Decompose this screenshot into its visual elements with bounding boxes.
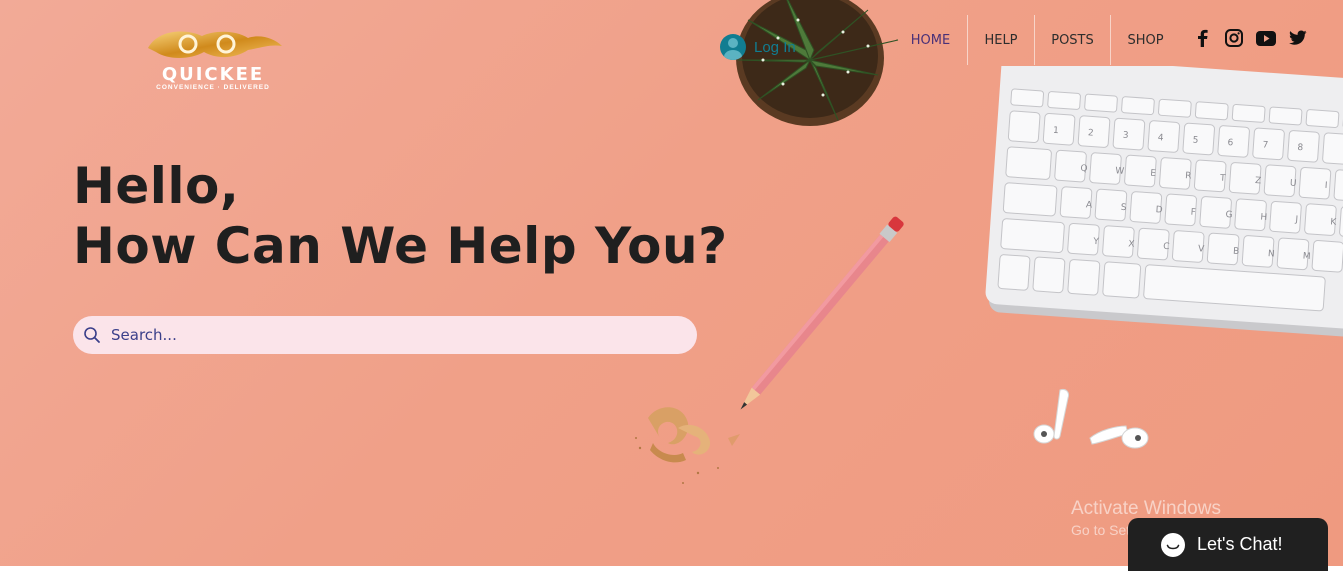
pencil-shavings-image <box>635 407 740 484</box>
login-label: Log In <box>754 38 796 56</box>
svg-text:E: E <box>1150 169 1157 179</box>
logo-mark-icon <box>148 31 282 58</box>
svg-text:D: D <box>1155 205 1163 215</box>
svg-text:W: W <box>1115 166 1125 177</box>
brand-name: QUICKEE <box>161 64 265 85</box>
chat-label: Let's Chat! <box>1197 534 1283 554</box>
search-icon[interactable] <box>83 326 101 344</box>
nav-posts[interactable]: POSTS <box>1034 15 1110 65</box>
svg-text:R: R <box>1185 171 1192 181</box>
svg-text:4: 4 <box>1157 133 1164 143</box>
user-avatar-icon <box>720 34 746 60</box>
svg-text:N: N <box>1268 249 1275 259</box>
svg-text:X: X <box>1128 239 1135 249</box>
twitter-icon[interactable] <box>1288 28 1308 48</box>
hero-section: QUICKEE CONVENIENCE · DELIVERED Log In H… <box>0 0 1343 566</box>
svg-text:J: J <box>1294 215 1298 225</box>
svg-text:7: 7 <box>1262 140 1268 150</box>
social-bar <box>1192 28 1308 48</box>
svg-text:3: 3 <box>1122 131 1128 141</box>
plant-image <box>736 0 899 126</box>
lets-chat-button[interactable]: Let's Chat! <box>1128 518 1328 571</box>
nav-home[interactable]: HOME <box>894 15 967 65</box>
hero-heading-line2: How Can We Help You? <box>73 217 728 275</box>
svg-text:F: F <box>1190 208 1196 218</box>
svg-text:T: T <box>1219 174 1227 184</box>
instagram-icon[interactable] <box>1224 28 1244 48</box>
nav-shop[interactable]: SHOP <box>1110 15 1180 65</box>
login-button[interactable]: Log In <box>720 34 796 60</box>
chat-smile-icon <box>1161 532 1185 557</box>
facebook-icon[interactable] <box>1192 28 1212 48</box>
svg-text:C: C <box>1163 242 1170 252</box>
watermark-title: Activate Windows <box>1071 498 1221 519</box>
svg-text:S: S <box>1120 203 1127 213</box>
quickee-logo[interactable]: QUICKEE CONVENIENCE · DELIVERED <box>140 26 286 94</box>
hero-heading: Hello, How Can We Help You? <box>73 156 728 276</box>
pencil-image <box>740 216 904 410</box>
brand-tagline: CONVENIENCE · DELIVERED <box>156 84 270 91</box>
svg-text:Q: Q <box>1080 164 1088 174</box>
svg-text:U: U <box>1290 178 1297 188</box>
keyboard-image: QWER TZUI ASDF GHJK YXCV BNM 1234 5678 <box>985 66 1343 338</box>
nav-help[interactable]: HELP <box>967 15 1034 65</box>
svg-text:2: 2 <box>1088 128 1094 138</box>
svg-text:Y: Y <box>1092 237 1100 247</box>
youtube-icon[interactable] <box>1256 28 1276 48</box>
svg-text:G: G <box>1225 210 1233 220</box>
svg-text:H: H <box>1260 212 1267 222</box>
earbuds-image <box>1033 389 1149 449</box>
search-bar[interactable] <box>73 316 697 354</box>
svg-text:5: 5 <box>1192 136 1198 146</box>
svg-text:B: B <box>1233 247 1240 257</box>
svg-text:Z: Z <box>1255 176 1262 186</box>
svg-text:6: 6 <box>1227 138 1234 148</box>
search-input[interactable] <box>111 316 681 354</box>
svg-text:1: 1 <box>1053 126 1059 136</box>
main-nav: HOME HELP POSTS SHOP <box>894 15 1180 65</box>
svg-text:8: 8 <box>1297 143 1304 153</box>
svg-text:M: M <box>1302 252 1310 263</box>
hero-heading-line1: Hello, <box>73 157 240 215</box>
